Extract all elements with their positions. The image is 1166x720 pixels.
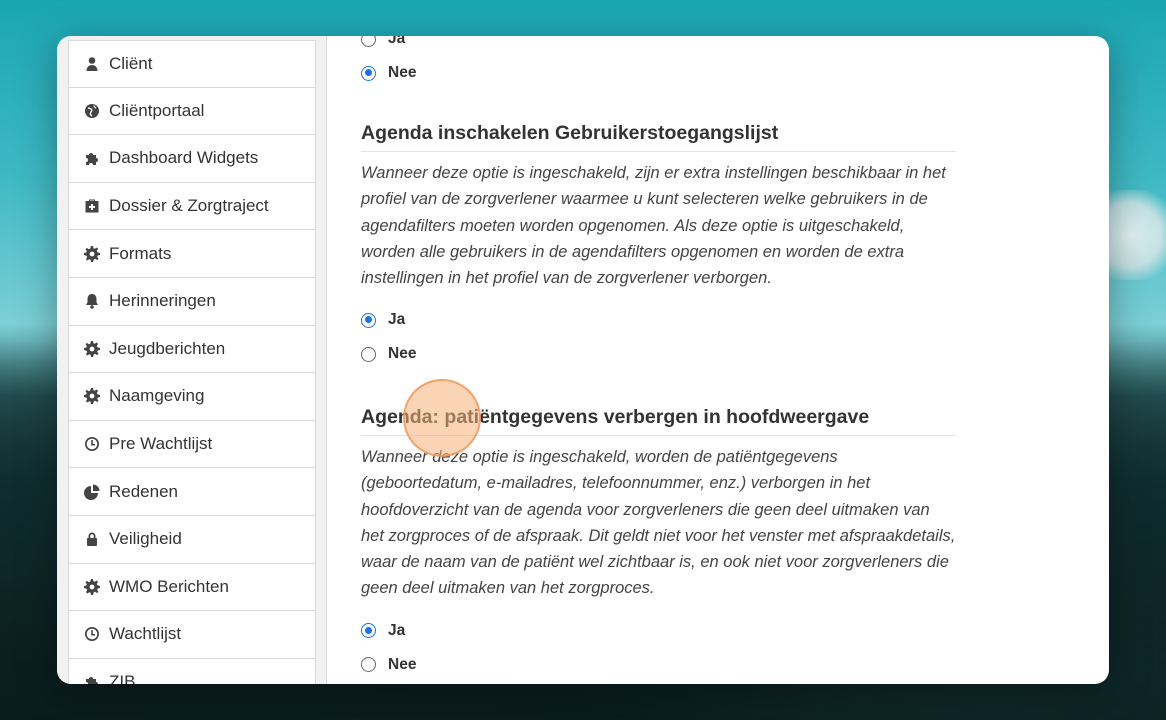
- sidebar-item-label: Veiligheid: [109, 529, 182, 549]
- radio-button[interactable]: [361, 346, 376, 362]
- radio-button-checked[interactable]: [361, 65, 376, 81]
- sidebar-item-label: Dashboard Widgets: [109, 148, 259, 168]
- setting-title: Agenda inschakelen Gebruikerstoegangslij…: [361, 122, 956, 152]
- sidebar-item-formats[interactable]: Formats: [68, 230, 316, 278]
- sidebar-item-pre-wachtlijst[interactable]: Pre Wachtlijst: [68, 420, 316, 469]
- setting-agenda-user-access-list: Agenda inschakelen Gebruikerstoegangslij…: [361, 122, 956, 371]
- sidebar-item-wachtlijst[interactable]: Wachtlijst: [68, 611, 316, 659]
- sidebar-item-label: Herinneringen: [109, 291, 216, 311]
- clock-icon: [83, 435, 101, 453]
- sidebar-item-label: Wachtlijst: [109, 624, 182, 644]
- gear-icon: [83, 245, 101, 263]
- sidebar-item-label: Formats: [109, 243, 172, 263]
- radio-button-checked[interactable]: [361, 312, 376, 328]
- setting-description: Wanneer deze optie is ingeschakeld, word…: [361, 448, 956, 598]
- radio-button[interactable]: [361, 657, 376, 673]
- sidebar-item-label: Cliëntportaal: [109, 100, 205, 120]
- settings-sidebar: Cliënt Cliëntportaal Dashboard Widgets D…: [57, 36, 327, 684]
- radio-button-checked[interactable]: [361, 623, 376, 639]
- lock-icon: [83, 530, 101, 548]
- setting-title: Agenda: patiëntgegevens verbergen in hoo…: [361, 406, 956, 436]
- sidebar-item-zib[interactable]: ZIB: [68, 658, 316, 684]
- gear-icon: [83, 578, 101, 596]
- radio-label: Nee: [388, 345, 417, 363]
- puzzle-icon: [83, 149, 101, 167]
- radio-option-no[interactable]: Nee: [361, 648, 956, 682]
- sidebar-item-dossier-zorgtraject[interactable]: Dossier & Zorgtraject: [68, 182, 316, 231]
- sidebar-item-label: Pre Wachtlijst: [109, 434, 213, 454]
- sidebar-item-jeugdberichten[interactable]: Jeugdberichten: [68, 325, 316, 374]
- gear-icon: [83, 340, 101, 358]
- sidebar-item-label: ZIB: [109, 672, 136, 684]
- sidebar-item-herinneringen[interactable]: Herinneringen: [68, 277, 316, 326]
- sidebar-item-label: Jeugdberichten: [109, 338, 226, 358]
- previous-option-group: Ja Nee: [361, 36, 956, 90]
- radio-option-yes[interactable]: Ja: [361, 36, 956, 56]
- clock-icon: [83, 625, 101, 643]
- sidebar-item-naamgeving[interactable]: Naamgeving: [68, 373, 316, 421]
- globe-icon: [83, 102, 101, 120]
- sidebar-item-client[interactable]: Cliënt: [68, 40, 316, 88]
- sidebar-item-wmo-berichten[interactable]: WMO Berichten: [68, 563, 316, 612]
- sidebar-item-label: Cliënt: [109, 53, 153, 73]
- radio-option-yes[interactable]: Ja: [361, 614, 956, 648]
- user-icon: [83, 55, 101, 73]
- radio-button[interactable]: [361, 36, 376, 47]
- settings-menu: Cliënt Cliëntportaal Dashboard Widgets D…: [68, 40, 316, 684]
- sidebar-item-label: WMO Berichten: [109, 576, 229, 596]
- radio-option-no[interactable]: Nee: [361, 337, 956, 371]
- bell-icon: [83, 292, 101, 310]
- gear-icon: [83, 387, 101, 405]
- sidebar-item-veiligheid[interactable]: Veiligheid: [68, 515, 316, 564]
- radio-label: Nee: [388, 655, 417, 673]
- setting-agenda-hide-patient-data: Agenda: patiëntgegevens verbergen in hoo…: [361, 406, 956, 682]
- settings-window: Cliënt Cliëntportaal Dashboard Widgets D…: [57, 36, 1109, 684]
- radio-label: Ja: [388, 311, 406, 329]
- sidebar-item-redenen[interactable]: Redenen: [68, 468, 316, 516]
- radio-label: Nee: [388, 64, 417, 81]
- settings-content: Ja Nee Agenda inschakelen Gebruikerstoeg…: [328, 36, 1109, 684]
- radio-option-yes[interactable]: Ja: [361, 303, 956, 337]
- sidebar-item-clientportaal[interactable]: Cliëntportaal: [68, 87, 316, 136]
- radio-label: Ja: [388, 621, 406, 639]
- pie-chart-icon: [83, 483, 101, 501]
- sidebar-item-label: Naamgeving: [109, 386, 205, 406]
- setting-description: Wanneer deze optie is ingeschakeld, zijn…: [361, 164, 946, 288]
- radio-label: Ja: [388, 36, 406, 47]
- sidebar-item-label: Redenen: [109, 481, 179, 501]
- sidebar-item-dashboard-widgets[interactable]: Dashboard Widgets: [68, 135, 316, 183]
- radio-option-no[interactable]: Nee: [361, 56, 956, 90]
- sidebar-item-label: Dossier & Zorgtraject: [109, 196, 269, 216]
- puzzle-icon: [83, 673, 101, 684]
- medkit-icon: [83, 197, 101, 215]
